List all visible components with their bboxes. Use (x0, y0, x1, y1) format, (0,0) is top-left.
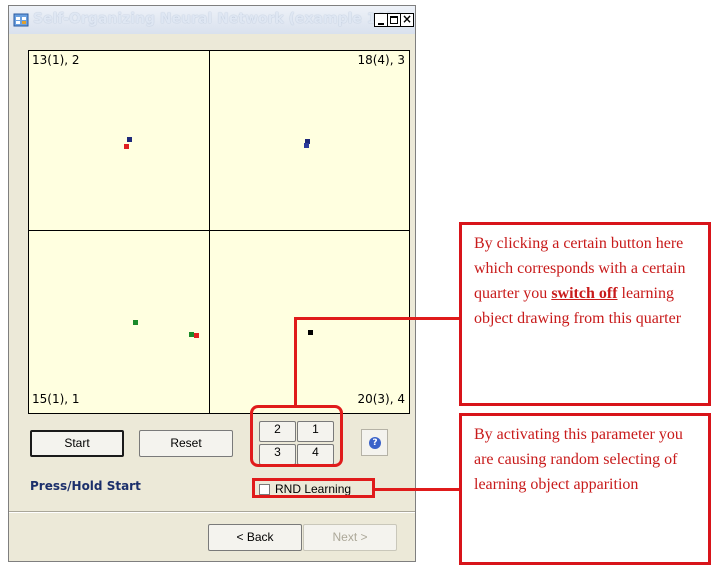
reset-button[interactable]: Reset (139, 430, 233, 457)
status-text: Press/Hold Start (30, 479, 141, 493)
neuron-marker (133, 320, 138, 325)
close-icon: × (402, 12, 413, 26)
back-button[interactable]: < Back (208, 524, 302, 551)
quadrant-label-bottom-left: 15(1), 1 (32, 392, 80, 406)
next-button: Next > (303, 524, 397, 551)
start-button[interactable]: Start (30, 430, 124, 457)
callout-text: By activating this parameter you are cau… (474, 426, 683, 493)
quadrant-label-top-left: 13(1), 2 (32, 53, 80, 67)
neuron-marker (304, 143, 309, 148)
quadrant-label-top-right: 18(4), 3 (357, 53, 405, 67)
rnd-learning-highlight (252, 478, 375, 498)
separator (9, 511, 415, 513)
network-canvas: 13(1), 2 18(4), 3 15(1), 1 20(3), 4 (28, 50, 410, 414)
connector-line (375, 488, 460, 491)
help-icon: ? (369, 437, 381, 449)
callout-rnd-learning: By activating this parameter you are cau… (459, 413, 711, 565)
neuron-marker (124, 144, 129, 149)
title-bar: Self-Organizing Neural Network (example … (9, 6, 415, 34)
callout-emphasis: switch off (551, 285, 618, 302)
neuron-marker (127, 137, 132, 142)
neuron-marker (308, 330, 313, 335)
horizontal-divider (29, 230, 409, 231)
minimize-button[interactable] (374, 13, 388, 27)
maximize-icon (390, 16, 398, 24)
vertical-divider (209, 51, 210, 413)
app-icon (13, 13, 29, 27)
connector-line (294, 317, 297, 407)
help-button[interactable]: ? (361, 429, 388, 456)
window-title: Self-Organizing Neural Network (example … (33, 11, 403, 27)
quadrant-label-bottom-right: 20(3), 4 (357, 392, 405, 406)
close-button[interactable]: × (400, 12, 414, 27)
connector-line (296, 317, 460, 320)
callout-quarter-buttons: By clicking a certain button here which … (459, 222, 711, 406)
maximize-button[interactable] (387, 13, 401, 27)
neuron-marker (194, 333, 199, 338)
minimize-icon (378, 23, 384, 25)
quarter-buttons-highlight (250, 405, 343, 467)
